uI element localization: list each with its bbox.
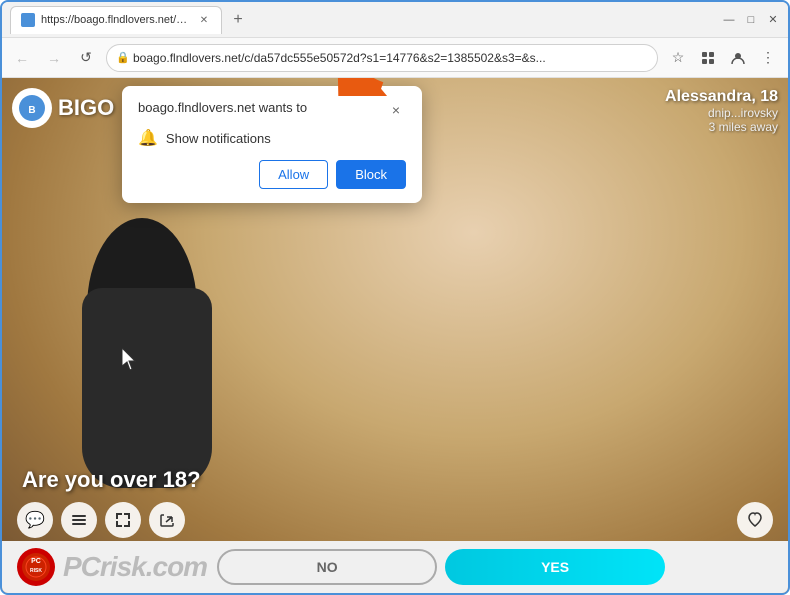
pcrisk-icon: PC RISK: [17, 548, 55, 586]
svg-text:RISK: RISK: [30, 568, 42, 574]
address-bar-wrapper: 🔒 boago.flndlovers.net/c/da57dc555e50572…: [106, 44, 658, 72]
toolbar-icons: ☆ ⋮: [666, 46, 780, 70]
svg-text:PC: PC: [31, 558, 41, 565]
fullscreen-icon-button[interactable]: [105, 502, 141, 538]
close-button[interactable]: ✕: [766, 13, 780, 27]
watermark-text: PCrisk.com: [63, 551, 207, 583]
minimize-button[interactable]: —: [722, 13, 736, 27]
refresh-button[interactable]: ↺: [74, 46, 98, 70]
tab-title: https://boago.flndlovers.net/c/d...: [41, 14, 191, 26]
title-bar: https://boago.flndlovers.net/c/d... ✕ + …: [2, 2, 788, 38]
body-shape: [82, 288, 212, 488]
profile-icon[interactable]: [726, 46, 750, 70]
url-input[interactable]: boago.flndlovers.net/c/da57dc555e50572d?…: [106, 44, 658, 72]
active-tab[interactable]: https://boago.flndlovers.net/c/d... ✕: [10, 6, 222, 34]
browser-window: https://boago.flndlovers.net/c/d... ✕ + …: [0, 0, 790, 595]
bottom-bar: PC RISK PCrisk.com NO YES: [2, 541, 788, 593]
menu-icon[interactable]: ⋮: [756, 46, 780, 70]
lock-icon: 🔒: [116, 51, 130, 64]
yes-button[interactable]: YES: [445, 549, 665, 585]
tab-favicon: [21, 13, 35, 27]
pc-logo-area: PC RISK PCrisk.com: [17, 548, 207, 586]
user-name: Alessandra, 18: [665, 88, 778, 106]
user-location: dnip...irovsky: [665, 106, 778, 120]
dialog-header: boago.flndlovers.net wants to ×: [138, 100, 406, 120]
site-logo: B BIGO: [12, 88, 114, 128]
maximize-button[interactable]: □: [744, 13, 758, 27]
back-button[interactable]: ←: [10, 46, 34, 70]
share-icon-button[interactable]: [149, 502, 185, 538]
chat-icon-button[interactable]: 💬: [17, 502, 53, 538]
site-logo-text: BIGO: [58, 95, 114, 121]
extensions-icon[interactable]: [696, 46, 720, 70]
dialog-site-text: boago.flndlovers.net wants to: [138, 100, 307, 115]
heart-button[interactable]: [737, 502, 773, 538]
no-button[interactable]: NO: [217, 549, 437, 585]
new-tab-button[interactable]: +: [226, 8, 250, 32]
dialog-buttons: Allow Block: [138, 160, 406, 189]
permission-dialog: boago.flndlovers.net wants to × 🔔 Show n…: [122, 86, 422, 203]
block-button[interactable]: Block: [336, 160, 406, 189]
dialog-close-button[interactable]: ×: [386, 100, 406, 120]
tab-area: https://boago.flndlovers.net/c/d... ✕ +: [10, 2, 716, 37]
bookmark-icon[interactable]: ☆: [666, 46, 690, 70]
bell-icon: 🔔: [138, 128, 158, 148]
user-card: Alessandra, 18 dnip...irovsky 3 miles aw…: [665, 88, 778, 134]
allow-button[interactable]: Allow: [259, 160, 328, 189]
logo-icon: B: [12, 88, 52, 128]
page-content: B BIGO Alessandra, 18 dnip...irovsky 3 m…: [2, 78, 788, 593]
dialog-permission-row: 🔔 Show notifications: [138, 128, 406, 148]
window-controls: — □ ✕: [722, 13, 780, 27]
address-bar: ← → ↺ 🔒 boago.flndlovers.net/c/da57dc555…: [2, 38, 788, 78]
svg-text:B: B: [28, 105, 35, 116]
tab-close-button[interactable]: ✕: [197, 13, 211, 27]
permission-text: Show notifications: [166, 131, 271, 146]
list-icon-button[interactable]: [61, 502, 97, 538]
age-question: Are you over 18?: [22, 467, 201, 493]
action-icons: 💬: [17, 502, 185, 538]
user-distance: 3 miles away: [665, 120, 778, 134]
forward-button[interactable]: →: [42, 46, 66, 70]
